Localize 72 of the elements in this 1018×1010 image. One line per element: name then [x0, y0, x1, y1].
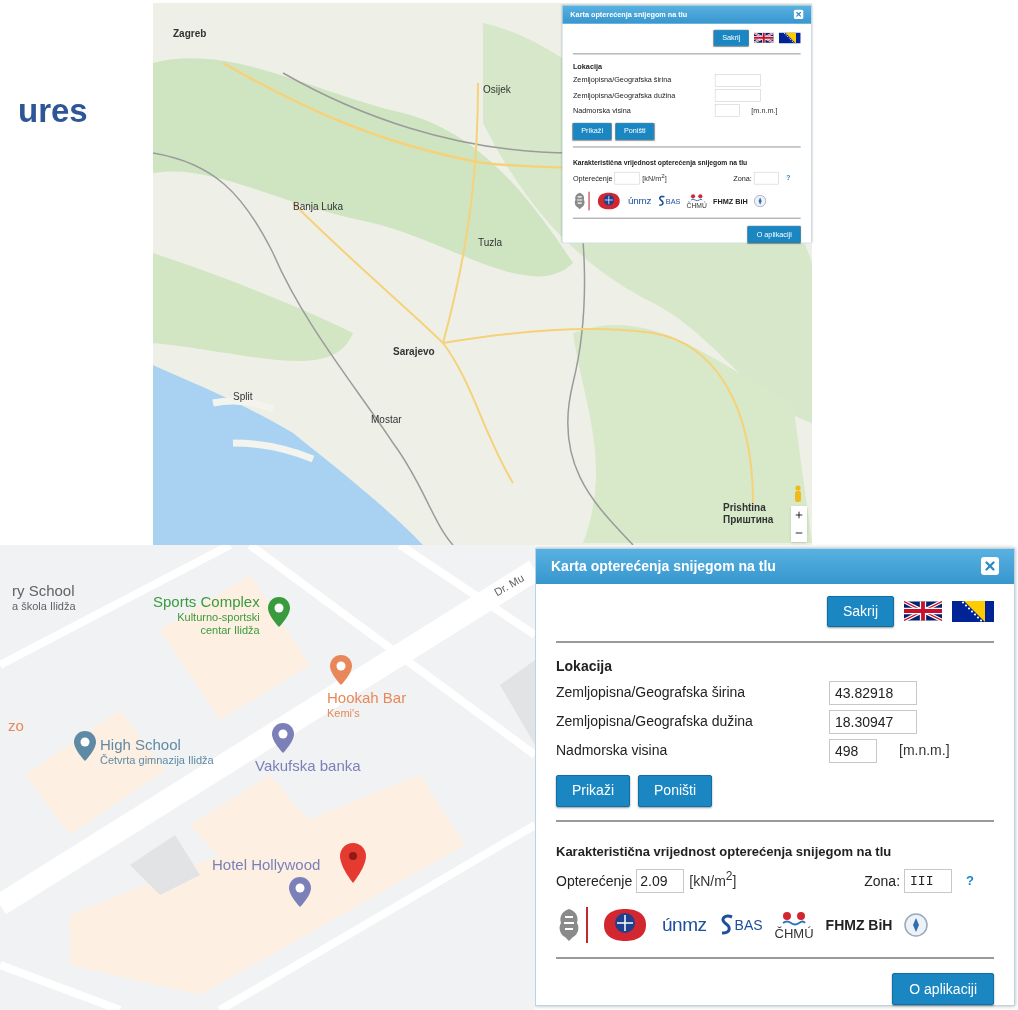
dialog-title: Karta opterećenja snijegom na tlu [551, 556, 776, 576]
map-city-label: Приштина [723, 515, 774, 525]
map-pin-icon[interactable] [268, 597, 290, 627]
input-field[interactable]: 498 [829, 738, 877, 763]
input-field[interactable]: III [904, 869, 953, 893]
seal-logo-icon [754, 194, 767, 208]
input-field[interactable]: 43.82918 [829, 680, 917, 705]
logo-wordmark: únmz [662, 912, 707, 937]
map-pin-icon[interactable] [330, 655, 352, 685]
field-label: Zona: [864, 871, 901, 891]
about-button[interactable]: O aplikaciji [892, 973, 994, 1005]
logo-wordmark: FHMZ BiH [825, 915, 893, 935]
place-label: High School [100, 736, 181, 754]
input-field[interactable] [714, 104, 740, 117]
place-sublabel: Kemi's [327, 707, 360, 720]
dots-logo-icon [781, 910, 808, 927]
field-label: Zemljopisna/Geografska dužina [556, 712, 754, 731]
map-pin-icon[interactable] [289, 877, 311, 907]
input-field[interactable]: 2.09 [636, 869, 685, 893]
input-field[interactable] [753, 171, 779, 185]
swirl-logo-icon [718, 914, 735, 936]
map-city-label: Prishtina [723, 503, 766, 513]
unit-label: [kN/m$^{2}$] [689, 870, 737, 891]
map-city-label: Zagreb [173, 29, 207, 39]
field-label: Zemljopisna/Geografska širina [556, 683, 747, 702]
map-city-label: Mostar [371, 415, 402, 425]
map-city-label: Banja Luka [293, 202, 344, 212]
map-city-label: Osijek [483, 85, 511, 95]
map-pin-icon[interactable] [74, 731, 96, 761]
road-label: Dr. Mu [490, 570, 527, 601]
place-label: zo [8, 717, 24, 735]
seal-logo-icon [904, 913, 929, 937]
place-sublabel: Kulturno-sportski centar Ilidža [176, 611, 260, 637]
location-marker-icon [340, 843, 366, 883]
field-label: Nadmorska visina [556, 741, 669, 760]
unit-label: [m.n.m.] [899, 741, 950, 760]
action-button[interactable]: Poništi [638, 774, 713, 807]
hide-button[interactable]: Sakrij [827, 595, 894, 627]
place-label: Vakufska banka [255, 757, 361, 775]
input-field[interactable]: 18.30947 [829, 709, 917, 734]
input-field[interactable] [714, 89, 761, 102]
place-sublabel: Četvrta gimnazija Ilidža [100, 754, 214, 767]
swirl-logo-icon [657, 195, 666, 207]
globe-logo-icon [595, 191, 622, 211]
action-button[interactable]: Prikaži [556, 774, 630, 807]
map-city-label: Split [233, 392, 253, 402]
help-link[interactable]: ? [966, 871, 974, 891]
logo-wordmark: únmz [628, 194, 652, 209]
place-sublabel: a škola Ilidža [12, 600, 76, 613]
map-city-label: Sarajevo [393, 347, 435, 357]
section-heading: Karakteristična vrijednost opterećenja snijegom na tlu [556, 842, 893, 861]
place-label: Hookah Bar [327, 689, 407, 707]
place-label: ry School [12, 582, 75, 600]
input-field[interactable] [714, 73, 761, 87]
crest-icon [572, 191, 587, 211]
bih-flag-icon[interactable] [778, 32, 801, 44]
zoom-in-icon[interactable] [794, 510, 804, 520]
close-icon [983, 559, 997, 574]
place-label: Hotel Hollywood [212, 856, 321, 874]
map-city-label: Tuzla [478, 238, 503, 248]
close-button[interactable] [793, 9, 804, 20]
map-pin-icon[interactable] [272, 723, 294, 753]
uk-flag-icon[interactable] [753, 32, 774, 43]
heading-text: ures [18, 92, 88, 129]
logo-wordmark: BAS [734, 916, 763, 935]
uk-flag-icon[interactable] [904, 601, 942, 621]
field-label: Opterećenje [556, 871, 633, 891]
logo-wordmark: ČHMÚ [774, 926, 814, 940]
section-heading: Lokacija [556, 656, 614, 676]
place-label: Sports Complex [153, 593, 260, 611]
close-button[interactable] [981, 557, 999, 576]
bih-flag-icon[interactable] [952, 600, 994, 622]
